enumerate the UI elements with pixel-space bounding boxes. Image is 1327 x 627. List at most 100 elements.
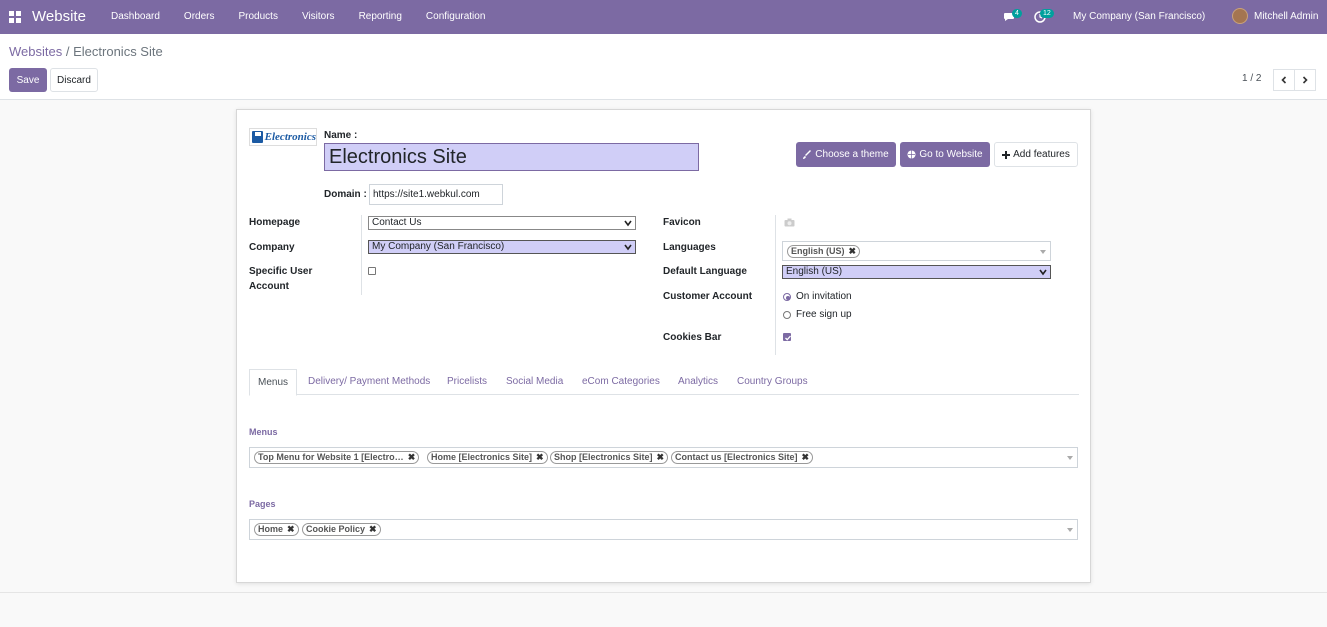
breadcrumb-separator: / — [65, 44, 70, 59]
paint-brush-icon — [803, 150, 812, 159]
remove-tag-icon[interactable]: ✖ — [849, 246, 857, 257]
discard-button[interactable]: Discard — [50, 68, 98, 92]
default-language-label: Default Language — [663, 266, 747, 277]
language-tag: English (US) ✖ — [787, 245, 861, 258]
messages-badge: 4 — [1012, 9, 1022, 18]
name-input[interactable]: Electronics Site — [324, 143, 699, 171]
specific-user-label-line1: Specific User — [249, 266, 313, 277]
page-tag-label: Cookie Policy — [306, 524, 366, 534]
on-invitation-label[interactable]: On invitation — [796, 291, 852, 302]
chevron-down-icon — [1039, 269, 1047, 276]
company-label: Company — [249, 242, 295, 253]
remove-tag-icon[interactable]: ✖ — [408, 452, 416, 463]
globe-icon — [907, 150, 916, 159]
pager-previous-button[interactable] — [1273, 69, 1295, 91]
dropdown-caret-icon[interactable] — [1040, 250, 1046, 254]
chevron-right-icon — [1302, 76, 1308, 84]
remove-tag-icon[interactable]: ✖ — [657, 452, 665, 463]
tab-pricelists[interactable]: Pricelists — [447, 376, 487, 387]
choose-theme-button[interactable]: Choose a theme — [796, 142, 896, 167]
default-language-select[interactable]: English (US) — [782, 265, 1051, 279]
top-navbar: Website Dashboard Orders Products Visito… — [0, 0, 1327, 34]
chevron-down-icon — [624, 220, 632, 227]
control-panel: Websites / Electronics Site Save Discard… — [0, 34, 1327, 100]
dropdown-caret-icon[interactable] — [1067, 456, 1073, 460]
remove-tag-icon[interactable]: ✖ — [536, 452, 544, 463]
right-column-divider — [775, 215, 776, 355]
free-sign-up-radio[interactable] — [783, 311, 791, 319]
remove-tag-icon[interactable]: ✖ — [369, 524, 377, 535]
company-switcher[interactable]: My Company (San Francisco) — [1073, 11, 1205, 22]
activities-badge: 12 — [1040, 9, 1054, 18]
domain-label: Domain : — [324, 189, 367, 200]
name-label: Name : — [324, 130, 358, 141]
on-invitation-radio[interactable] — [783, 293, 791, 301]
homepage-select[interactable]: Contact Us — [368, 216, 636, 230]
customer-account-label: Customer Account — [663, 291, 753, 302]
tab-analytics[interactable]: Analytics — [678, 376, 718, 387]
user-avatar[interactable] — [1232, 8, 1248, 24]
company-select[interactable]: My Company (San Francisco) — [368, 240, 636, 254]
apps-grid-icon[interactable] — [9, 11, 21, 23]
company-value: My Company (San Francisco) — [372, 241, 505, 252]
tab-delivery-payment[interactable]: Delivery/ Payment Methods — [308, 376, 430, 387]
languages-tags-field[interactable]: English (US) ✖ — [782, 241, 1051, 261]
chevron-down-icon — [624, 244, 632, 251]
pages-section-title: Pages — [249, 499, 276, 509]
menu-orders[interactable]: Orders — [184, 11, 215, 22]
pages-tags-field[interactable]: Home ✖ Cookie Policy ✖ — [249, 519, 1078, 540]
menu-configuration[interactable]: Configuration — [426, 11, 485, 22]
go-to-website-label: Go to Website — [919, 149, 983, 160]
specific-user-account-checkbox[interactable] — [368, 267, 376, 275]
default-language-value: English (US) — [786, 266, 843, 277]
go-to-website-button[interactable]: Go to Website — [900, 142, 990, 167]
website-logo-field[interactable]: Electronics — [249, 128, 317, 146]
menus-tags-field[interactable]: Top Menu for Website 1 [Electro… ✖ Home … — [249, 447, 1078, 468]
favicon-label: Favicon — [663, 217, 701, 228]
pager-next-button[interactable] — [1294, 69, 1316, 91]
chevron-left-icon — [1281, 76, 1287, 84]
dropdown-caret-icon[interactable] — [1067, 528, 1073, 532]
menu-tag-label: Contact us [Electronics Site] — [675, 452, 798, 462]
tab-ecom-categories[interactable]: eCom Categories — [582, 376, 660, 387]
floppy-disk-icon — [252, 131, 263, 143]
domain-input[interactable]: https://site1.webkul.com — [369, 184, 503, 205]
menus-section-title: Menus — [249, 427, 278, 437]
languages-label: Languages — [663, 242, 716, 253]
menu-reporting[interactable]: Reporting — [359, 11, 402, 22]
plus-icon — [1002, 150, 1011, 159]
free-sign-up-label[interactable]: Free sign up — [796, 309, 852, 320]
remove-tag-icon[interactable]: ✖ — [287, 524, 295, 535]
left-column-divider — [361, 215, 362, 295]
main-menu: Dashboard Orders Products Visitors Repor… — [111, 11, 509, 22]
add-features-button[interactable]: Add features — [994, 142, 1078, 167]
menu-tag: Shop [Electronics Site] ✖ — [550, 451, 669, 464]
check-icon — [785, 335, 791, 341]
tab-social-media[interactable]: Social Media — [506, 376, 563, 387]
menu-dashboard[interactable]: Dashboard — [111, 11, 160, 22]
camera-placeholder-icon[interactable] — [784, 218, 795, 227]
cookies-bar-label: Cookies Bar — [663, 332, 722, 343]
breadcrumb-websites[interactable]: Websites — [9, 44, 62, 59]
page-tag: Home ✖ — [254, 523, 299, 536]
homepage-label: Homepage — [249, 217, 301, 228]
app-title[interactable]: Website — [32, 8, 86, 25]
save-button[interactable]: Save — [9, 68, 47, 92]
logo-text: Electronics — [264, 131, 316, 143]
tab-menus[interactable]: Menus — [249, 369, 298, 396]
user-menu[interactable]: Mitchell Admin — [1254, 11, 1318, 22]
menu-visitors[interactable]: Visitors — [302, 11, 335, 22]
homepage-value: Contact Us — [372, 217, 422, 228]
menu-tag-label: Top Menu for Website 1 [Electro… — [258, 452, 404, 462]
choose-theme-label: Choose a theme — [815, 149, 889, 160]
chatter-area — [0, 592, 1327, 627]
cookies-bar-checkbox[interactable] — [783, 333, 791, 341]
menu-products[interactable]: Products — [238, 11, 277, 22]
notebook-tabs: Menus Delivery/ Payment Methods Pricelis… — [249, 369, 1079, 396]
tab-country-groups[interactable]: Country Groups — [737, 376, 808, 387]
pager-value[interactable]: 1 / 2 — [1242, 73, 1261, 84]
form-sheet: Electronics Name : Electronics Site Choo… — [236, 109, 1091, 583]
remove-tag-icon[interactable]: ✖ — [802, 452, 810, 463]
page-tag: Cookie Policy ✖ — [302, 523, 381, 536]
menu-tag: Top Menu for Website 1 [Electro… ✖ — [254, 451, 420, 464]
